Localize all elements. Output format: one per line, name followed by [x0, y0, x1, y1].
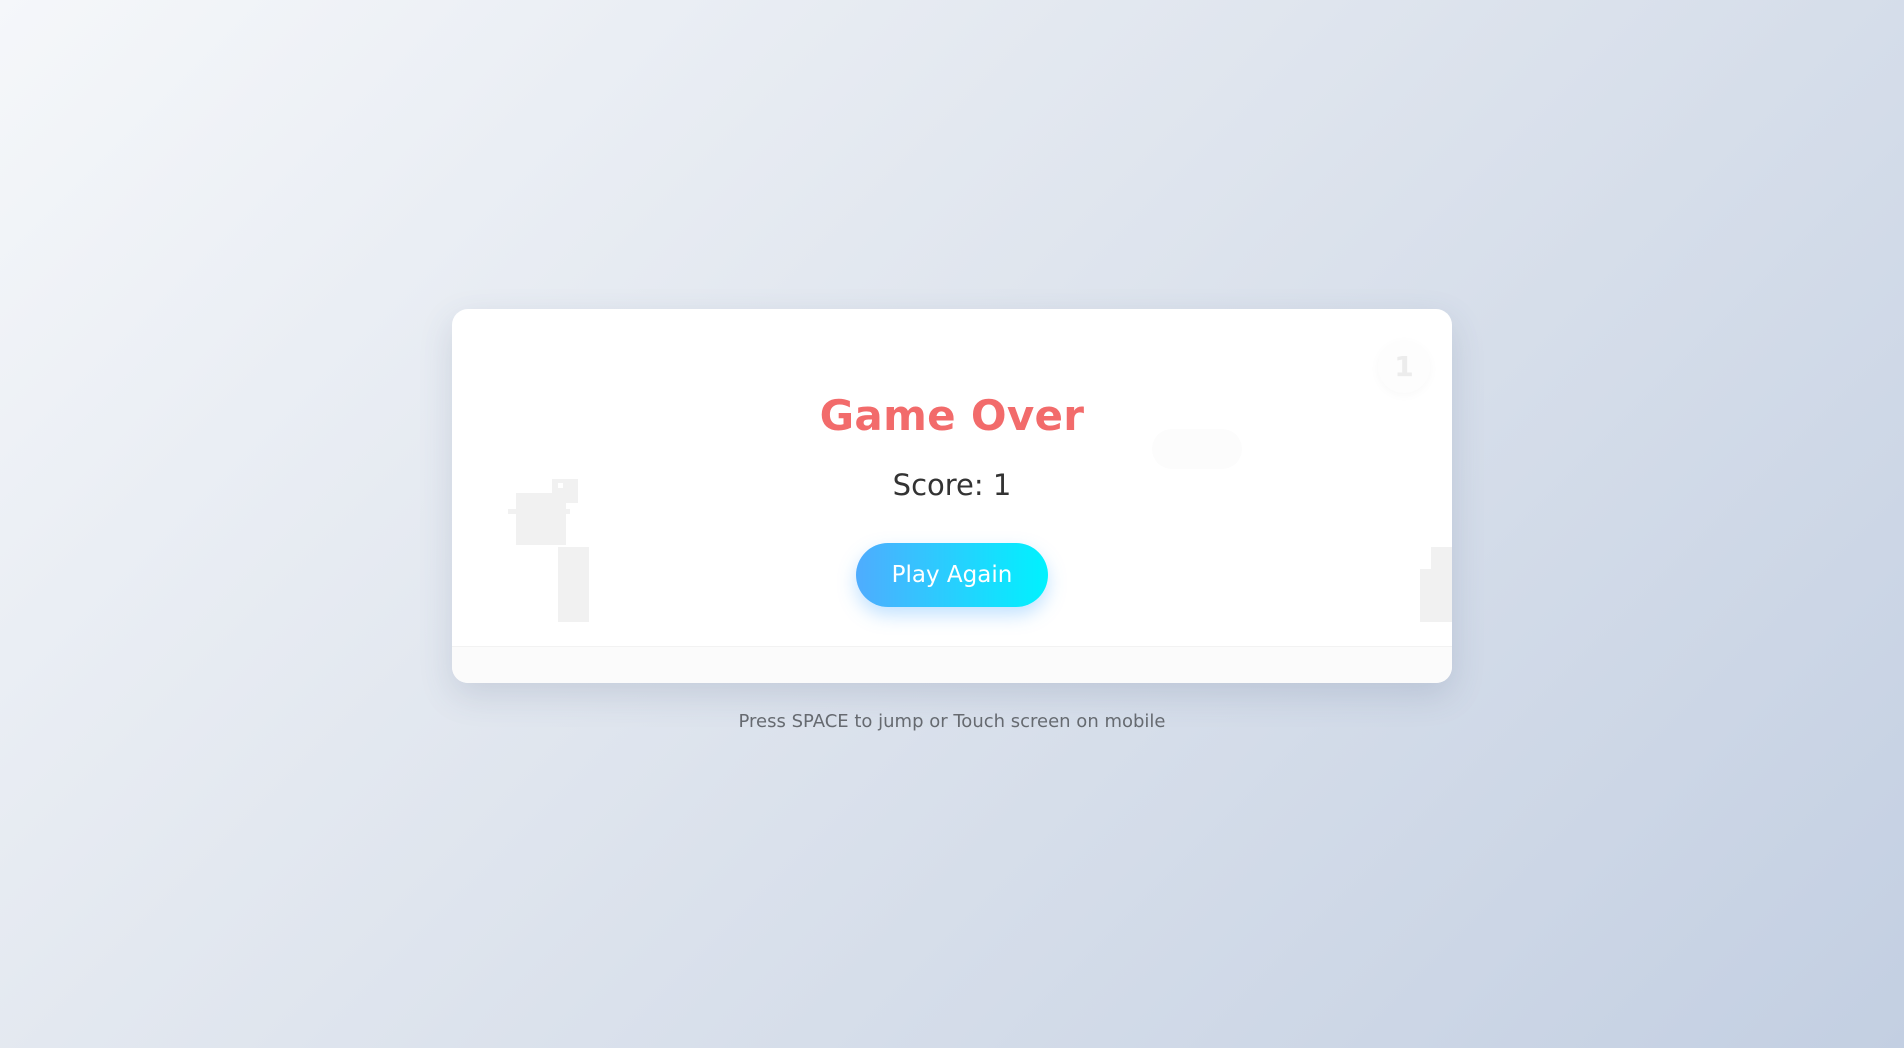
game-canvas[interactable]: 1 Game Over Score: 1 Play Again	[452, 309, 1452, 683]
score-badge: 1	[1378, 341, 1430, 393]
game-over-title: Game Over	[819, 391, 1085, 440]
cactus-obstacle	[558, 547, 589, 622]
play-again-button[interactable]: Play Again	[856, 543, 1048, 607]
ground-line	[452, 646, 1452, 683]
controls-hint: Press SPACE to jump or Touch screen on m…	[738, 711, 1166, 732]
final-score: Score: 1	[892, 468, 1012, 502]
cactus-obstacle	[1419, 547, 1452, 622]
